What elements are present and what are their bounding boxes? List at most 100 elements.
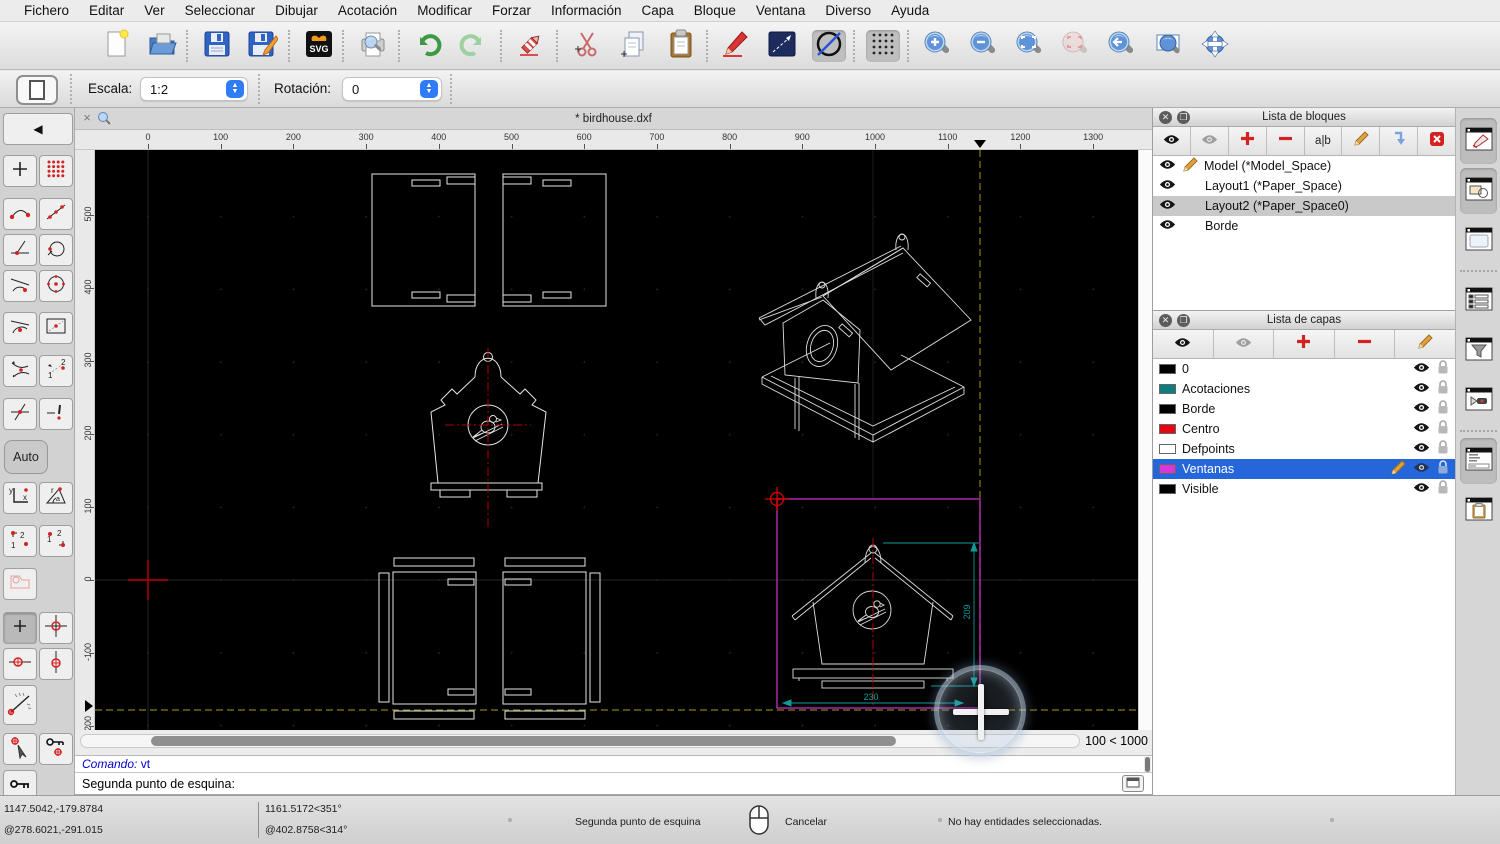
snap-center-button[interactable]	[39, 270, 73, 302]
lock-icon[interactable]	[1437, 420, 1449, 438]
command-input[interactable]	[240, 774, 1116, 793]
block-delete-button[interactable]	[1418, 127, 1455, 155]
lock-icon[interactable]	[1437, 400, 1449, 418]
zoom-previous-button[interactable]	[1104, 30, 1138, 62]
layer-row-acotaciones[interactable]: Acotaciones	[1153, 379, 1455, 399]
snap-distance-button[interactable]	[39, 312, 73, 344]
menu-item-diverso[interactable]: Diverso	[815, 0, 881, 22]
eye-icon[interactable]	[1413, 422, 1430, 436]
menu-item-ayuda[interactable]: Ayuda	[881, 0, 939, 22]
block-add-button[interactable]	[1229, 127, 1267, 155]
lock-icon[interactable]	[1437, 360, 1449, 378]
lock-icon[interactable]	[1437, 440, 1449, 458]
cut-button[interactable]	[570, 30, 604, 62]
new-file-button[interactable]	[100, 29, 134, 62]
target-cross-button[interactable]	[39, 612, 73, 644]
drawing-canvas[interactable]: 209 230	[95, 150, 1138, 730]
open-file-button[interactable]	[146, 30, 180, 62]
block-edit-button[interactable]	[1342, 127, 1381, 155]
lock-icon[interactable]	[1437, 480, 1449, 498]
dock-filter-panel-button[interactable]	[1460, 328, 1497, 374]
snap-tangent-button[interactable]	[3, 270, 37, 302]
palette-back-button[interactable]: ◀	[3, 113, 73, 145]
eye-icon[interactable]	[1159, 199, 1176, 213]
block-hide-all-button[interactable]	[1191, 127, 1229, 155]
dock-blank-panel-button[interactable]	[1460, 218, 1497, 264]
snap-on-entity-button[interactable]	[39, 198, 73, 230]
copy-button[interactable]	[617, 30, 651, 62]
lock-icon[interactable]	[1437, 460, 1449, 478]
save-as-button[interactable]	[246, 30, 280, 62]
target-vertical-button[interactable]	[39, 648, 73, 680]
zoom-window-button[interactable]	[1152, 30, 1186, 62]
layer-hide-all-button[interactable]	[1214, 330, 1275, 358]
zoom-out-button[interactable]	[966, 30, 1000, 62]
dock-stamp-panel-button[interactable]	[1460, 378, 1497, 424]
layer-row-defpoints[interactable]: Defpoints	[1153, 439, 1455, 459]
h-scroll-thumb[interactable]	[151, 736, 896, 746]
snap-perpendicular-button[interactable]	[3, 234, 37, 266]
rel-point-b-button[interactable]: 12	[39, 525, 73, 557]
pan-button[interactable]	[1198, 29, 1232, 62]
menu-item-editar[interactable]: Editar	[79, 0, 134, 22]
crosshair-plus-button[interactable]	[3, 612, 37, 644]
layer-add-button[interactable]	[1274, 330, 1335, 358]
protractor-button[interactable]	[3, 685, 37, 725]
snap-intersection-manual-button[interactable]	[3, 355, 37, 387]
menu-item-acotación[interactable]: Acotación	[328, 0, 407, 22]
eye-icon[interactable]	[1413, 442, 1430, 456]
menu-item-dibujar[interactable]: Dibujar	[265, 0, 328, 22]
lock-target-button[interactable]	[39, 733, 73, 765]
undo-button[interactable]	[410, 30, 444, 62]
print-preview-button[interactable]	[356, 30, 390, 62]
layer-show-all-button[interactable]	[1153, 330, 1214, 358]
menu-item-capa[interactable]: Capa	[632, 0, 684, 22]
rotation-select[interactable]: 0 ▲ ▼	[342, 77, 442, 101]
eye-icon[interactable]	[1159, 159, 1176, 173]
target-horizontal-button[interactable]	[3, 648, 37, 680]
eye-icon[interactable]	[1413, 362, 1430, 376]
snap-middle-button[interactable]	[3, 312, 37, 344]
snap-grid-button[interactable]	[39, 155, 73, 187]
canvas-vertical-scrollbar[interactable]	[1138, 150, 1152, 730]
layer-row-centro[interactable]: Centro	[1153, 419, 1455, 439]
save-button[interactable]	[200, 30, 234, 62]
dock-pen-toolbar-button[interactable]	[1460, 118, 1497, 164]
coord-cartesian-button[interactable]: yx	[3, 482, 37, 514]
rel-point-a-button[interactable]: 12	[3, 525, 37, 557]
zoom-in-button[interactable]	[920, 30, 954, 62]
delete-entity-button[interactable]	[514, 30, 548, 62]
snap-endpoint-button[interactable]	[3, 198, 37, 230]
eye-icon[interactable]	[1413, 482, 1430, 496]
snap-free-button[interactable]	[3, 155, 37, 187]
layer-edit-button[interactable]	[1395, 330, 1455, 358]
paper-preview-button[interactable]	[16, 75, 58, 105]
grid-toggle-button[interactable]	[866, 30, 900, 62]
block-row-layout1[interactable]: Layout1 (*Paper_Space)	[1153, 176, 1455, 196]
menu-item-seleccionar[interactable]: Seleccionar	[175, 0, 266, 22]
snap-auto-button[interactable]: Auto	[4, 440, 48, 474]
menu-item-bloque[interactable]: Bloque	[684, 0, 746, 22]
menu-item-ventana[interactable]: Ventana	[746, 0, 816, 22]
select-target-button[interactable]	[3, 733, 37, 765]
menu-item-modificar[interactable]: Modificar	[407, 0, 482, 22]
layer-remove-button[interactable]	[1335, 330, 1396, 358]
edit-circle-button[interactable]	[812, 30, 846, 62]
block-row-borde[interactable]: Borde	[1153, 216, 1455, 236]
snap-circle-button[interactable]	[39, 234, 73, 266]
lock-icon[interactable]	[1437, 380, 1449, 398]
dock-clipboard-panel-button[interactable]	[1460, 488, 1497, 534]
dock-block-panel-button[interactable]	[1460, 168, 1497, 214]
command-history-scrollbar[interactable]	[1144, 757, 1151, 772]
menu-item-ver[interactable]: Ver	[134, 0, 174, 22]
dock-command-panel-button[interactable]	[1460, 438, 1497, 484]
layer-row-0[interactable]: 0	[1153, 359, 1455, 379]
block-rename-button[interactable]: a|b	[1305, 127, 1343, 155]
layer-row-ventanas-selected[interactable]: Ventanas	[1153, 459, 1455, 479]
eye-icon[interactable]	[1413, 462, 1430, 476]
command-window-button[interactable]	[1122, 775, 1144, 792]
canvas-horizontal-scrollbar[interactable]	[80, 734, 1080, 748]
draw-pencil-button[interactable]	[718, 30, 752, 62]
layer-row-visible[interactable]: Visible	[1153, 479, 1455, 499]
menu-item-fichero[interactable]: Fichero	[14, 0, 79, 22]
